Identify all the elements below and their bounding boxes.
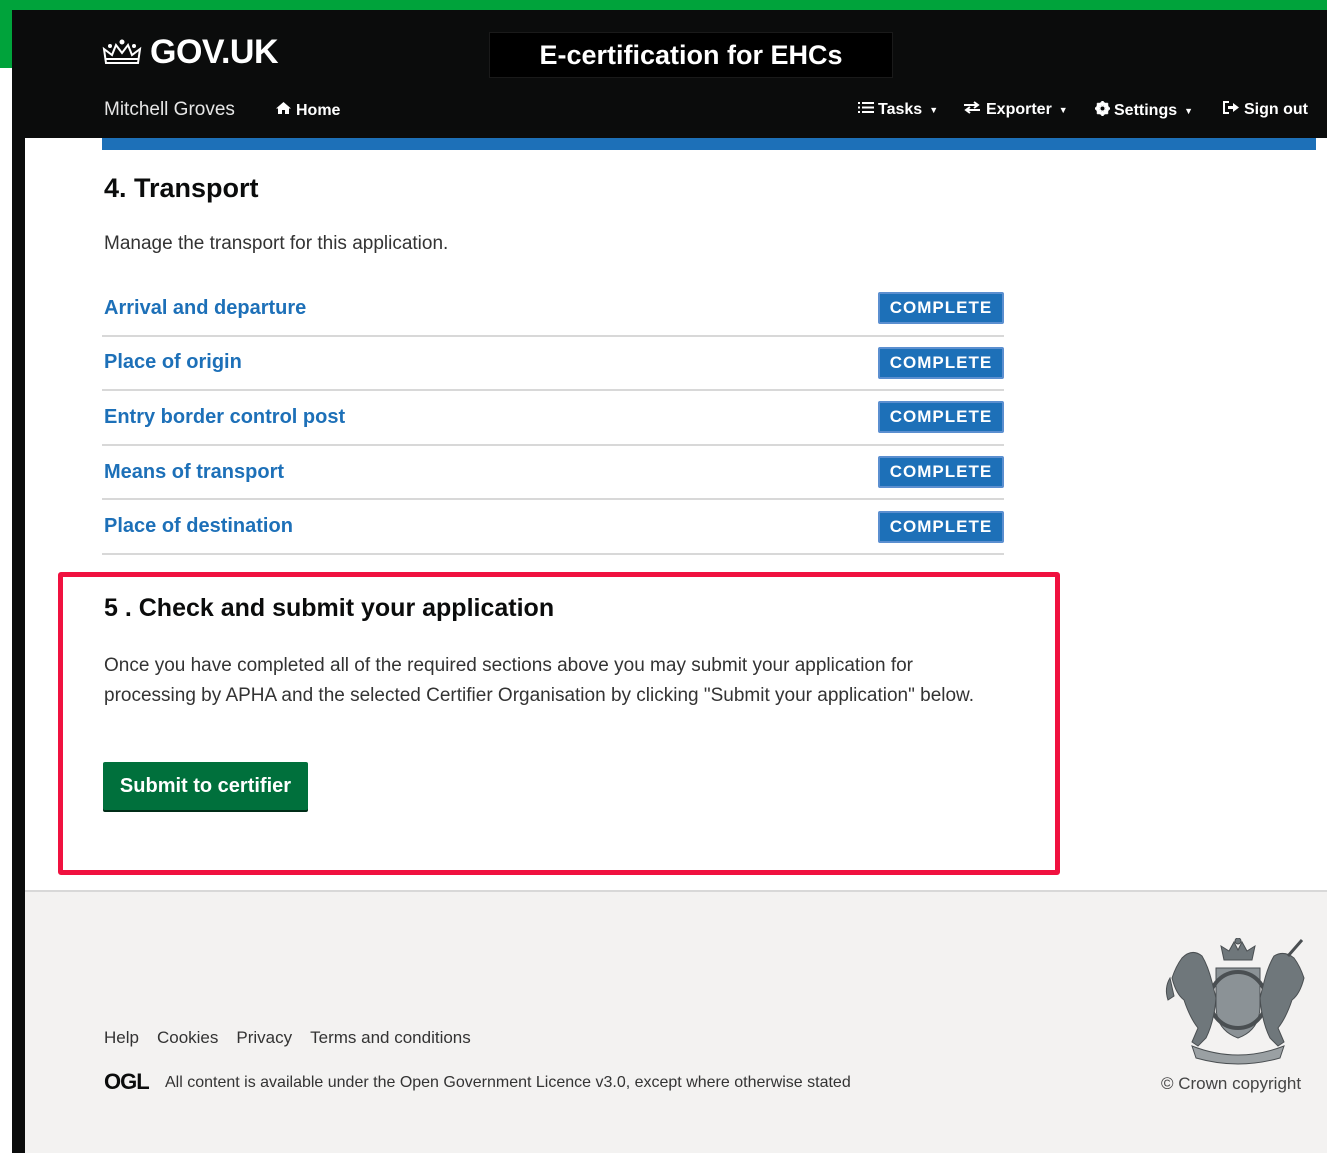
chevron-down-icon: ▼: [929, 105, 939, 115]
footer-link-terms[interactable]: Terms and conditions: [310, 1028, 471, 1048]
crown-copyright[interactable]: © Crown copyright: [1161, 1074, 1301, 1094]
footer-link-privacy[interactable]: Privacy: [236, 1028, 292, 1048]
site-footer: [25, 890, 1327, 1153]
task-row: Place of destination COMPLETE: [102, 500, 1004, 555]
task-row: Arrival and departure COMPLETE: [102, 282, 1004, 337]
nav-home-label: Home: [296, 101, 341, 119]
nav-exporter-menu[interactable]: Exporter ▼: [962, 101, 1068, 119]
nav-home-link[interactable]: Home: [275, 101, 340, 120]
task-row: Entry border control post COMPLETE: [102, 391, 1004, 446]
crown-icon: [102, 37, 142, 67]
user-name: Mitchell Groves: [104, 99, 235, 120]
swap-icon: [962, 101, 982, 119]
home-icon: [275, 101, 292, 120]
task-link-place-of-destination[interactable]: Place of destination: [104, 515, 293, 538]
nav-exporter-label: Exporter: [986, 101, 1052, 118]
govuk-logo[interactable]: GOV.UK: [102, 32, 279, 72]
task-link-means-of-transport[interactable]: Means of transport: [104, 461, 284, 484]
footer-link-cookies[interactable]: Cookies: [157, 1028, 218, 1048]
chevron-down-icon: ▼: [1058, 105, 1068, 115]
sign-out-icon: [1223, 101, 1240, 119]
site-header: GOV.UK E-certification for EHCs Mitchell…: [12, 10, 1327, 138]
submit-to-certifier-button[interactable]: Submit to certifier: [103, 762, 308, 810]
status-badge: COMPLETE: [878, 510, 1004, 543]
status-badge: COMPLETE: [878, 456, 1004, 489]
royal-coat-of-arms-icon: [1162, 937, 1314, 1071]
status-badge: COMPLETE: [878, 346, 1004, 379]
status-badge: COMPLETE: [878, 292, 1004, 325]
service-name: E-certification for EHCs: [489, 32, 893, 78]
task-link-place-of-origin[interactable]: Place of origin: [104, 351, 242, 374]
nav-tasks-label: Tasks: [878, 101, 923, 118]
task-row: Means of transport COMPLETE: [102, 446, 1004, 501]
submit-section-description: Once you have completed all of the requi…: [104, 655, 975, 706]
task-row: Place of origin COMPLETE: [102, 337, 1004, 392]
transport-heading: 4. Transport: [104, 173, 259, 203]
transport-task-list: Arrival and departure COMPLETE Place of …: [102, 282, 1004, 555]
footer-links: Help Cookies Privacy Terms and condition…: [104, 1028, 471, 1048]
nav-settings-label: Settings: [1114, 102, 1178, 119]
frame-left-edge: [12, 68, 25, 1153]
frame-top-bar: [0, 0, 1327, 10]
nav-sign-out-label: Sign out: [1244, 101, 1308, 118]
status-badge: COMPLETE: [878, 401, 1004, 434]
nav-tasks-menu[interactable]: Tasks ▼: [858, 101, 938, 119]
task-link-arrival-departure[interactable]: Arrival and departure: [104, 297, 306, 320]
nav-sign-out-link[interactable]: Sign out: [1223, 101, 1308, 119]
transport-description: Manage the transport for this applicatio…: [104, 233, 449, 254]
list-icon: [858, 101, 874, 119]
ogl-logo[interactable]: OGL: [104, 1069, 150, 1095]
footer-link-help[interactable]: Help: [104, 1028, 139, 1048]
licence-text: All content is available under the Open …: [165, 1074, 851, 1091]
nav-settings-menu[interactable]: Settings ▼: [1095, 101, 1193, 121]
chevron-down-icon: ▼: [1184, 106, 1194, 116]
header-accent-bar: [102, 138, 1316, 150]
logo-text: GOV.UK: [150, 32, 279, 71]
task-link-entry-border-control-post[interactable]: Entry border control post: [104, 406, 345, 429]
gear-icon: [1095, 101, 1110, 121]
submit-section-heading: 5 . Check and submit your application: [104, 594, 555, 622]
